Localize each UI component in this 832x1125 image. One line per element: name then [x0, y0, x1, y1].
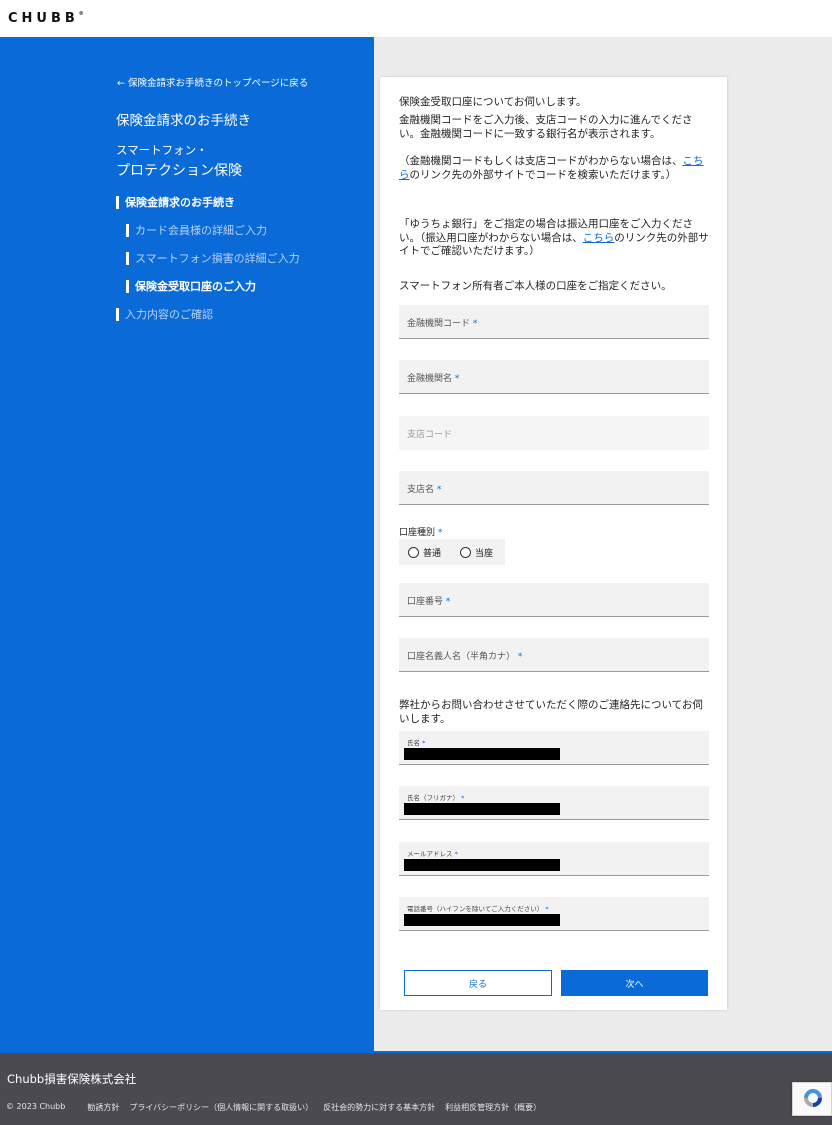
- step-smartphone-damage-details: スマートフォン損害の詳細ご入力: [126, 252, 300, 265]
- name-kana-input[interactable]: 氏名（フリガナ） *: [399, 786, 709, 820]
- back-button[interactable]: 戻る: [404, 970, 552, 996]
- account-holder-input[interactable]: 口座名義人名（半角カナ） *: [399, 638, 709, 672]
- form-card: 保険金受取口座についてお伺いします。 金融機関コードをご入力後、支店コードの入力…: [380, 77, 727, 1010]
- branch-name-input[interactable]: 支店名 *: [399, 471, 709, 505]
- top-bar: CHUBB®: [0, 0, 832, 37]
- step-card-member-details: カード会員様の詳細ご入力: [126, 224, 267, 237]
- footer-link-privacy-policy[interactable]: プライバシーポリシー（個人情報に関する取扱い）: [129, 1102, 313, 1113]
- intro-text: 保険金受取口座についてお伺いします。: [399, 96, 587, 108]
- account-number-input[interactable]: 口座番号 *: [399, 583, 709, 617]
- sidebar: ← 保険金請求お手続きのトップページに戻る 保険金請求のお手続き スマートフォン…: [0, 37, 374, 1051]
- redacted-value: [404, 803, 560, 815]
- redacted-value: [404, 914, 560, 926]
- chubb-logo[interactable]: CHUBB®: [8, 11, 84, 26]
- name-input[interactable]: 氏名 *: [399, 731, 709, 765]
- phone-input[interactable]: 電話番号（ハイフンを除いてご入力ください） *: [399, 897, 709, 931]
- next-button[interactable]: 次へ: [561, 970, 708, 996]
- sidebar-title: 保険金請求のお手続き: [116, 113, 251, 129]
- yucho-note: 「ゆうちょ銀行」をご指定の場合は振込用口座をご入力ください。（振込用口座がわから…: [399, 218, 709, 257]
- radio-circle-icon: [408, 547, 419, 558]
- bank-name-input[interactable]: 金融機関名 *: [399, 360, 709, 394]
- redacted-value: [404, 859, 560, 871]
- yucho-lookup-link[interactable]: こちら: [583, 232, 615, 244]
- radio-ordinary[interactable]: 普通: [408, 546, 441, 559]
- radio-current[interactable]: 当座: [460, 546, 493, 559]
- bank-code-input[interactable]: 金融機関コード *: [399, 305, 709, 339]
- redacted-value: [404, 748, 560, 760]
- footer-link-conflict-of-interest[interactable]: 利益相反管理方針（概要）: [445, 1102, 541, 1113]
- footer-company-name: Chubb損害保険株式会社: [7, 1072, 137, 1086]
- footer: Chubb損害保険株式会社 © 2023 Chubb 勧誘方針 プライバシーポリ…: [0, 1051, 832, 1125]
- footer-links: © 2023 Chubb 勧誘方針 プライバシーポリシー（個人情報に関する取扱い…: [6, 1102, 551, 1113]
- step-bank-account-entry: 保険金受取口座のご入力: [126, 280, 256, 293]
- footer-link-antisocial-policy[interactable]: 反社会的勢力に対する基本方針: [323, 1102, 435, 1113]
- radio-circle-icon: [460, 547, 471, 558]
- contact-note: 弊社からお問い合わせさせていただく際のご連絡先についてお伺いします。: [399, 699, 703, 725]
- recaptcha-icon: [804, 1089, 822, 1107]
- code-lookup-note: （金融機関コードもしくは支店コードがわからない場合は、こちらのリンク先の外部サイ…: [399, 155, 704, 181]
- product-name-line1: スマートフォン・: [116, 143, 208, 157]
- step-confirm-input: 入力内容のご確認: [116, 308, 213, 321]
- account-type-radio-group: 普通 当座: [399, 539, 505, 565]
- bank-code-instruction: 金融機関コードをご入力後、支店コードの入力に進んでください。金融機関コードに一致…: [399, 114, 693, 140]
- back-to-top-link[interactable]: ← 保険金請求お手続きのトップページに戻る: [117, 75, 308, 89]
- recaptcha-badge[interactable]: [792, 1082, 832, 1116]
- footer-link-solicitation-policy[interactable]: 勧誘方針: [87, 1102, 119, 1113]
- copyright: © 2023 Chubb: [6, 1102, 66, 1111]
- step-claim-procedure: 保険金請求のお手続き: [116, 196, 235, 209]
- account-type-label: 口座種別 *: [399, 528, 443, 538]
- email-input[interactable]: メールアドレス *: [399, 842, 709, 876]
- branch-code-input[interactable]: 支店コード: [399, 416, 709, 450]
- product-name-line2: プロテクション保険: [116, 163, 242, 179]
- owner-note: スマートフォン所有者ご本人様の口座をご指定ください。: [399, 280, 672, 292]
